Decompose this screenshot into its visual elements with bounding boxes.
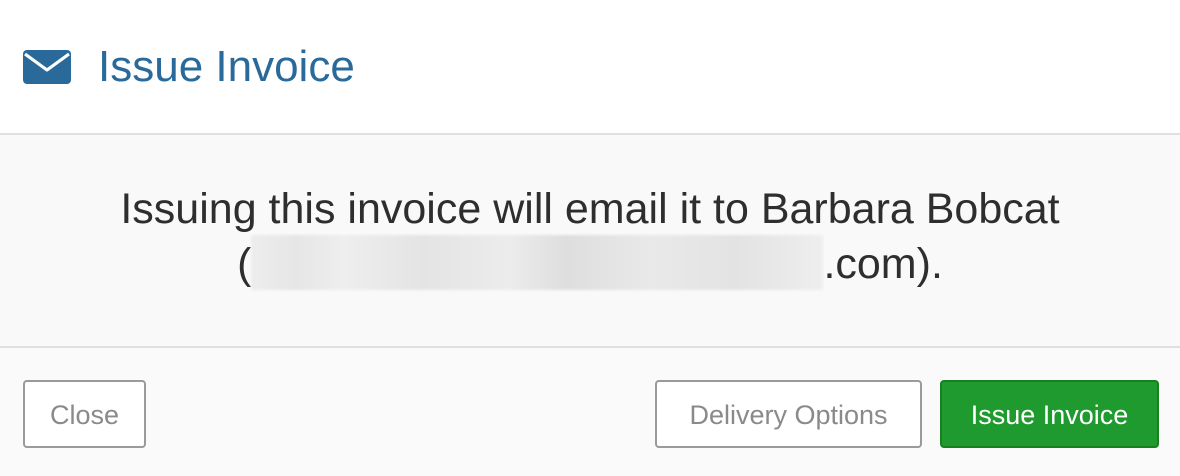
modal-body: Issuing this invoice will email it to Ba… xyxy=(0,135,1180,348)
modal-title: Issue Invoice xyxy=(98,42,355,91)
modal-header: Issue Invoice xyxy=(0,0,1180,135)
issue-invoice-button[interactable]: Issue Invoice xyxy=(940,380,1159,448)
message-text: Issuing this invoice will email it to Ba… xyxy=(120,185,1060,233)
envelope-icon xyxy=(23,50,71,84)
email-domain-suffix: .com). xyxy=(823,240,943,288)
confirmation-message: Issuing this invoice will email it to Ba… xyxy=(0,183,1180,290)
issue-invoice-modal: Issue Invoice Issuing this invoice will … xyxy=(0,0,1180,476)
delivery-options-button[interactable]: Delivery Options xyxy=(655,380,922,448)
redacted-email xyxy=(251,235,824,290)
modal-footer: Close Delivery Options Issue Invoice xyxy=(0,348,1180,476)
close-button[interactable]: Close xyxy=(23,380,146,448)
email-open-paren: ( xyxy=(237,240,252,288)
